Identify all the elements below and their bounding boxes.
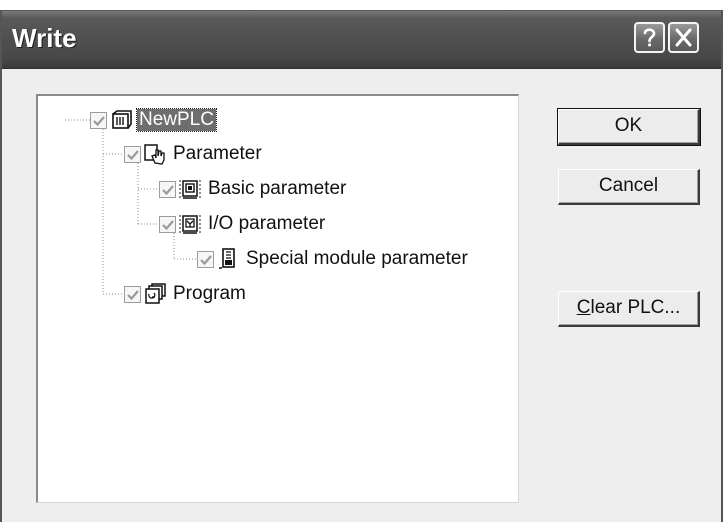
parameter-checkbox[interactable] [124,145,141,163]
checkmark-icon [162,184,174,195]
tree-node-label: Program [173,283,246,304]
program-checkbox[interactable] [124,285,141,303]
checkmark-icon [200,254,212,265]
checkmark-icon [127,149,139,160]
tree-connector-lines [65,119,197,295]
newplc-checkbox[interactable] [90,111,107,129]
tree-node-special-module-parameter[interactable]: Special module parameter [197,246,470,272]
tree-node-parameter[interactable]: Parameter [124,141,264,167]
tree-node-io-parameter[interactable]: I/O parameter [159,211,327,237]
tree-node-label: I/O parameter [208,213,326,234]
checkmark-icon [162,219,174,230]
tree-node-label: Parameter [173,143,262,164]
close-button[interactable] [668,22,699,53]
program-icon [143,282,167,306]
special-module-icon [216,247,240,271]
ok-button[interactable]: OK [557,108,701,146]
tree-node-basic-parameter[interactable]: Basic parameter [159,176,348,202]
checkmark-icon [93,115,105,126]
basic-parameter-icon [178,177,202,201]
special-module-checkbox[interactable] [197,250,214,268]
tree-node-label: NewPLC [136,108,217,132]
tree-node-label: Special module parameter [246,248,468,269]
clear-plc-mnemonic: C [576,297,591,318]
help-button[interactable] [634,22,665,53]
tree-node-program[interactable]: Program [124,281,248,307]
tree-node-newplc[interactable]: NewPLC [90,107,217,133]
checkmark-icon [127,289,139,300]
window-title: Write [12,23,77,53]
io-parameter-icon [178,212,202,236]
clear-plc-label: lear PLC... [590,297,681,318]
write-dialog: Write NewPLC Parameter Basic parameter I… [0,10,723,522]
basic-parameter-checkbox[interactable] [159,180,176,198]
question-mark-icon [643,28,656,47]
plc-project-icon [109,108,133,132]
clear-plc-button[interactable]: Clear PLC... [558,291,700,327]
tree-node-label: Basic parameter [208,178,347,199]
io-parameter-checkbox[interactable] [159,215,176,233]
close-x-icon [675,28,692,47]
cancel-button[interactable]: Cancel [558,169,700,205]
target-tree-view[interactable]: NewPLC Parameter Basic parameter I/O par… [36,94,519,503]
parameter-hand-icon [143,142,167,166]
title-bar[interactable]: Write [2,11,721,69]
